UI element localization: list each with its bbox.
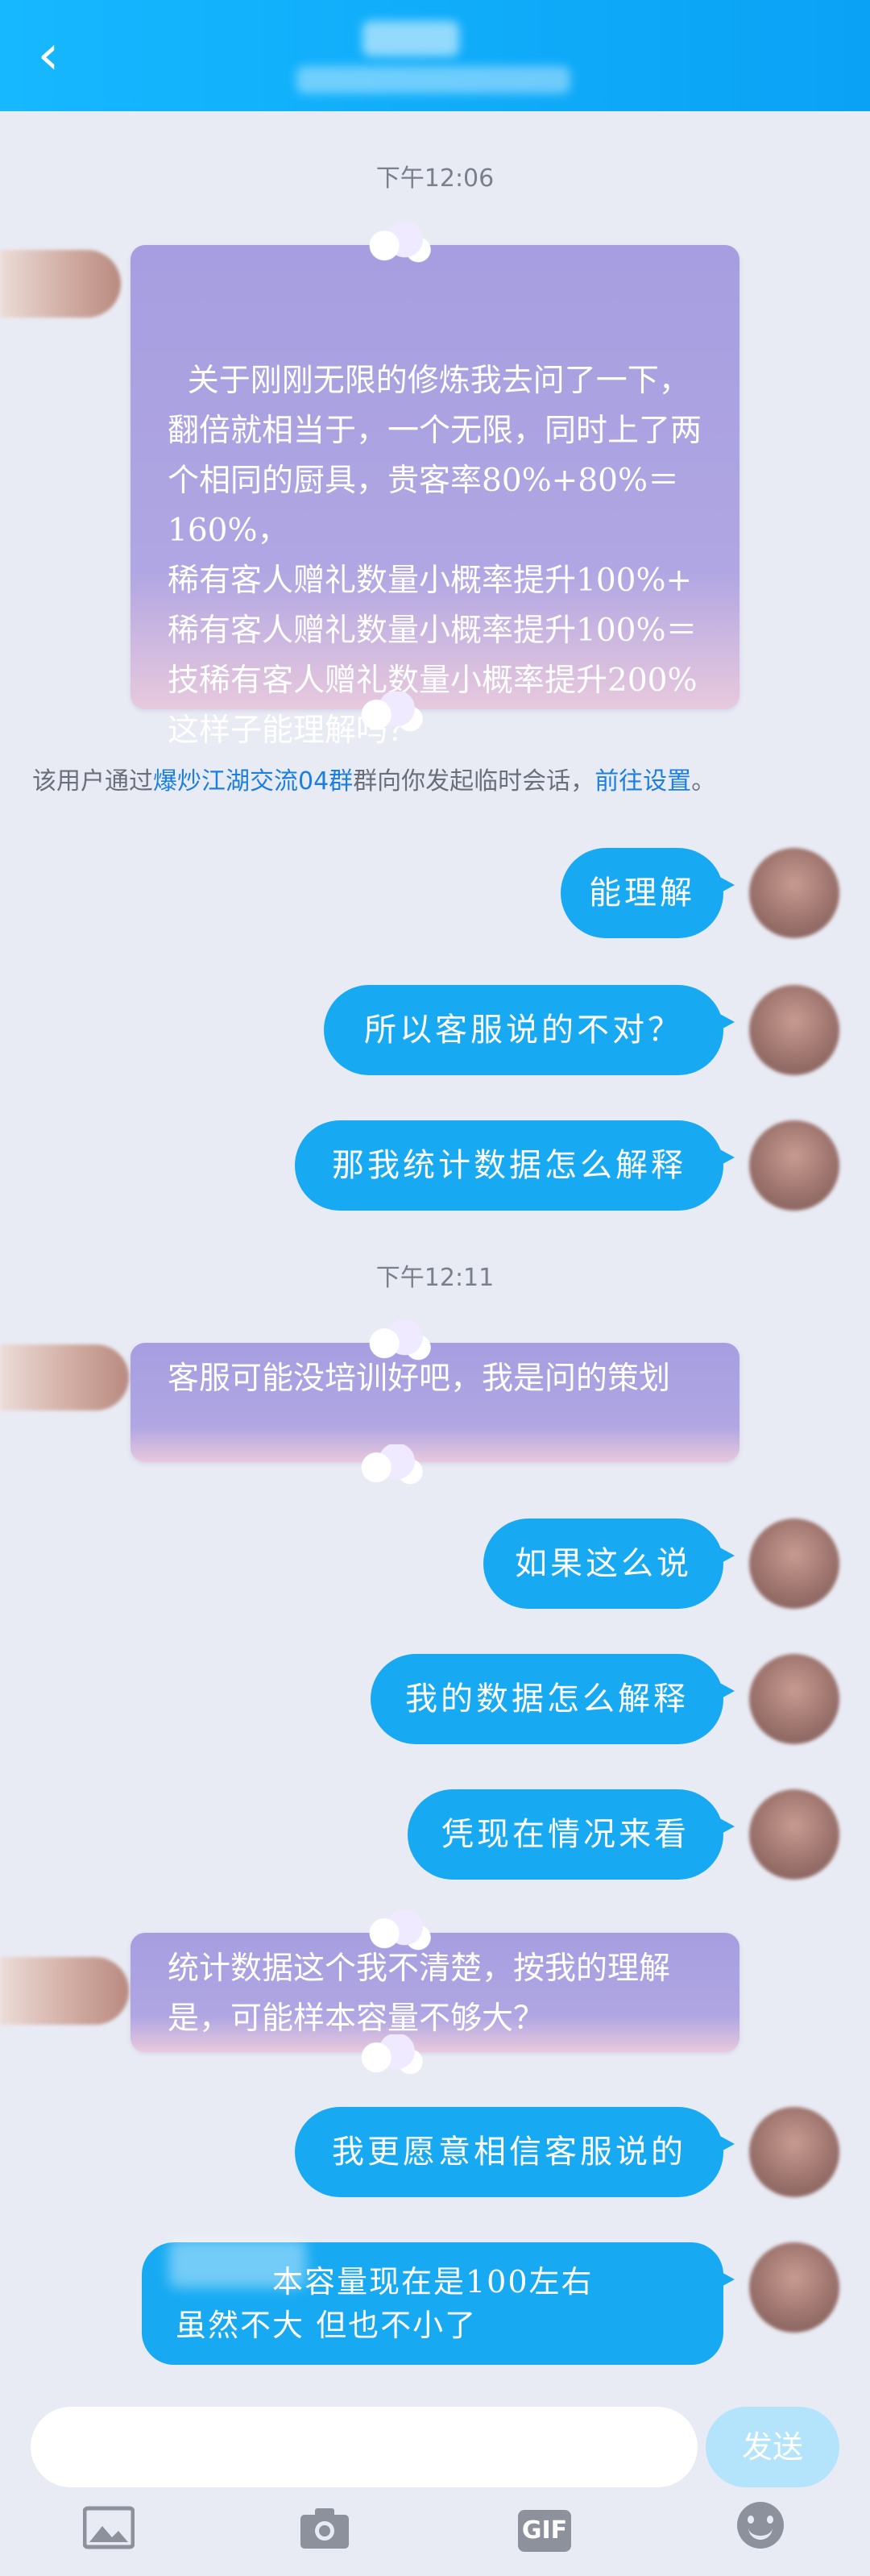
message-bubble-outgoing[interactable]: 我的数据怎么解释: [371, 1654, 735, 1744]
my-avatar[interactable]: [749, 1789, 839, 1880]
notice-text: 。: [691, 767, 716, 796]
cloud-decoration-icon: [364, 1320, 432, 1362]
my-avatar[interactable]: [749, 2107, 839, 2197]
message-bubble-outgoing[interactable]: 凭现在情况来看: [408, 1789, 735, 1880]
back-arrow-icon[interactable]: ‹: [24, 27, 72, 84]
cloud-decoration-icon: [364, 222, 432, 264]
message-bubble-outgoing[interactable]: 我更愿意相信客服说的: [295, 2107, 735, 2197]
camera-icon[interactable]: [296, 2505, 353, 2561]
message-bubble-incoming[interactable]: 客服可能没培训好吧，我是问的策划: [130, 1320, 740, 1486]
cloud-decoration-icon: [356, 2034, 424, 2076]
emoji-icon[interactable]: [737, 2502, 784, 2549]
timestamp: 下午12:06: [375, 164, 495, 193]
chat-header: ‹: [0, 0, 870, 111]
temporary-chat-notice: 该用户通过爆炒江湖交流04群群向你发起临时会话，前往设置。: [32, 761, 846, 796]
message-input[interactable]: [31, 2407, 698, 2487]
contact-name-redacted: [362, 21, 459, 56]
message-bubble-outgoing[interactable]: 如果这么说: [483, 1519, 735, 1609]
cloud-decoration-icon: [364, 1910, 432, 1952]
settings-link[interactable]: 前往设置: [594, 767, 691, 796]
redaction-blur: [169, 2239, 306, 2287]
cloud-decoration-icon: [356, 692, 424, 733]
contact-avatar[interactable]: [0, 1957, 129, 2025]
image-icon[interactable]: [81, 2505, 137, 2561]
message-bubble-outgoing[interactable]: 那我统计数据怎么解释: [295, 1120, 735, 1211]
my-avatar[interactable]: [749, 1519, 839, 1609]
message-text: 统计数据这个我不清楚，按我的理解是，可能样本容量不够大？: [168, 1951, 671, 2037]
message-bubble-incoming[interactable]: 关于刚刚无限的修炼我去问了一下，翻倍就相当于，一个无限，同时上了两个相同的厨具，…: [130, 222, 740, 749]
message-bubble-outgoing[interactable]: 所以客服说的不对？: [324, 985, 735, 1075]
gif-button[interactable]: GIF: [518, 2510, 571, 2552]
message-bubble-outgoing[interactable]: 能理解: [561, 848, 735, 938]
contact-avatar[interactable]: [0, 1344, 129, 1411]
message-text: 关于刚刚无限的修炼我去问了一下，翻倍就相当于，一个无限，同时上了两个相同的厨具，…: [168, 363, 702, 749]
contact-avatar[interactable]: [0, 250, 121, 318]
message-bubble-incoming[interactable]: 统计数据这个我不清楚，按我的理解是，可能样本容量不够大？: [130, 1910, 740, 2076]
my-avatar[interactable]: [749, 848, 839, 938]
message-text: 客服可能没培训好吧，我是问的策划: [168, 1361, 671, 1397]
cloud-decoration-icon: [356, 1444, 424, 1486]
message-text-line: 虽然不大 但也不小了: [176, 2308, 478, 2343]
send-button[interactable]: 发送: [706, 2407, 839, 2487]
my-avatar[interactable]: [749, 1120, 839, 1211]
my-avatar[interactable]: [749, 2242, 839, 2333]
my-avatar[interactable]: [749, 1654, 839, 1744]
my-avatar[interactable]: [749, 985, 839, 1075]
group-link[interactable]: 爆炒江湖交流04群: [153, 767, 353, 796]
notice-text: 该用户通过: [32, 767, 153, 796]
notice-text: 群向你发起临时会话，: [353, 767, 595, 796]
contact-subtitle-redacted: [296, 66, 570, 93]
timestamp: 下午12:11: [375, 1264, 495, 1292]
